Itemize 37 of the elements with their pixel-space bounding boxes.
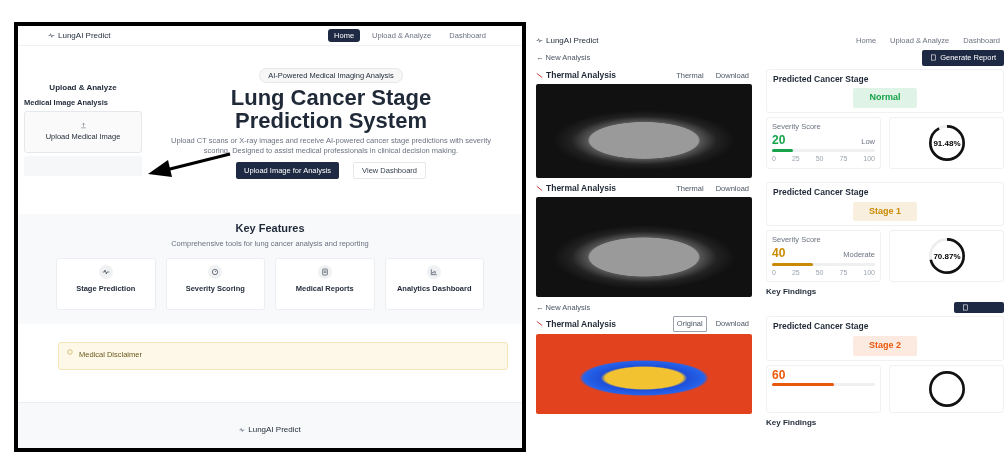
confidence-value: 70.87% (932, 251, 961, 261)
panel-title: Thermal Analysis (546, 68, 617, 82)
panel-title: Thermal Analysis (546, 182, 617, 195)
card-title: Predicted Cancer Stage (773, 72, 870, 86)
warning-icon (67, 349, 73, 356)
confidence-ring (928, 124, 965, 161)
hero-title: Lung Cancer Stage Prediction System (229, 87, 433, 133)
footer-brand: LungAI Predict (248, 423, 301, 436)
card-title: Predicted Cancer Stage (773, 185, 870, 199)
confidence-ring (928, 370, 965, 407)
brand-name: LungAI Predict (58, 29, 111, 42)
pulse-icon (536, 37, 543, 45)
document-icon (962, 304, 969, 312)
report-button[interactable] (954, 302, 1004, 314)
stage-badge: Normal (853, 88, 917, 108)
confidence-ring (928, 238, 965, 274)
severity-score: 20 (772, 134, 786, 146)
gauge-icon (211, 268, 220, 277)
pulse-icon (239, 426, 246, 433)
document-icon (320, 268, 329, 277)
severity-score: 60 (772, 368, 786, 381)
document-icon (930, 54, 938, 62)
section-title: Key Features (235, 222, 305, 236)
stage-badge: Stage 1 (853, 201, 917, 221)
brand-name: LungAI Predict (546, 34, 599, 47)
upload-icon (79, 122, 87, 130)
stage-badge: Stage 2 (853, 336, 917, 356)
findings-title: Key Findings (766, 286, 818, 298)
panel-title: Upload & Analyze (48, 82, 118, 94)
severity-score: 40 (772, 247, 786, 260)
findings-title: Key Findings (766, 416, 818, 429)
card-title: Predicted Cancer Stage (773, 320, 870, 333)
confidence-value: 91.48% (932, 138, 961, 148)
panel-title: Thermal Analysis (546, 317, 617, 331)
bar-chart-icon (430, 268, 439, 277)
pulse-icon (101, 268, 110, 277)
pulse-icon (48, 32, 55, 39)
